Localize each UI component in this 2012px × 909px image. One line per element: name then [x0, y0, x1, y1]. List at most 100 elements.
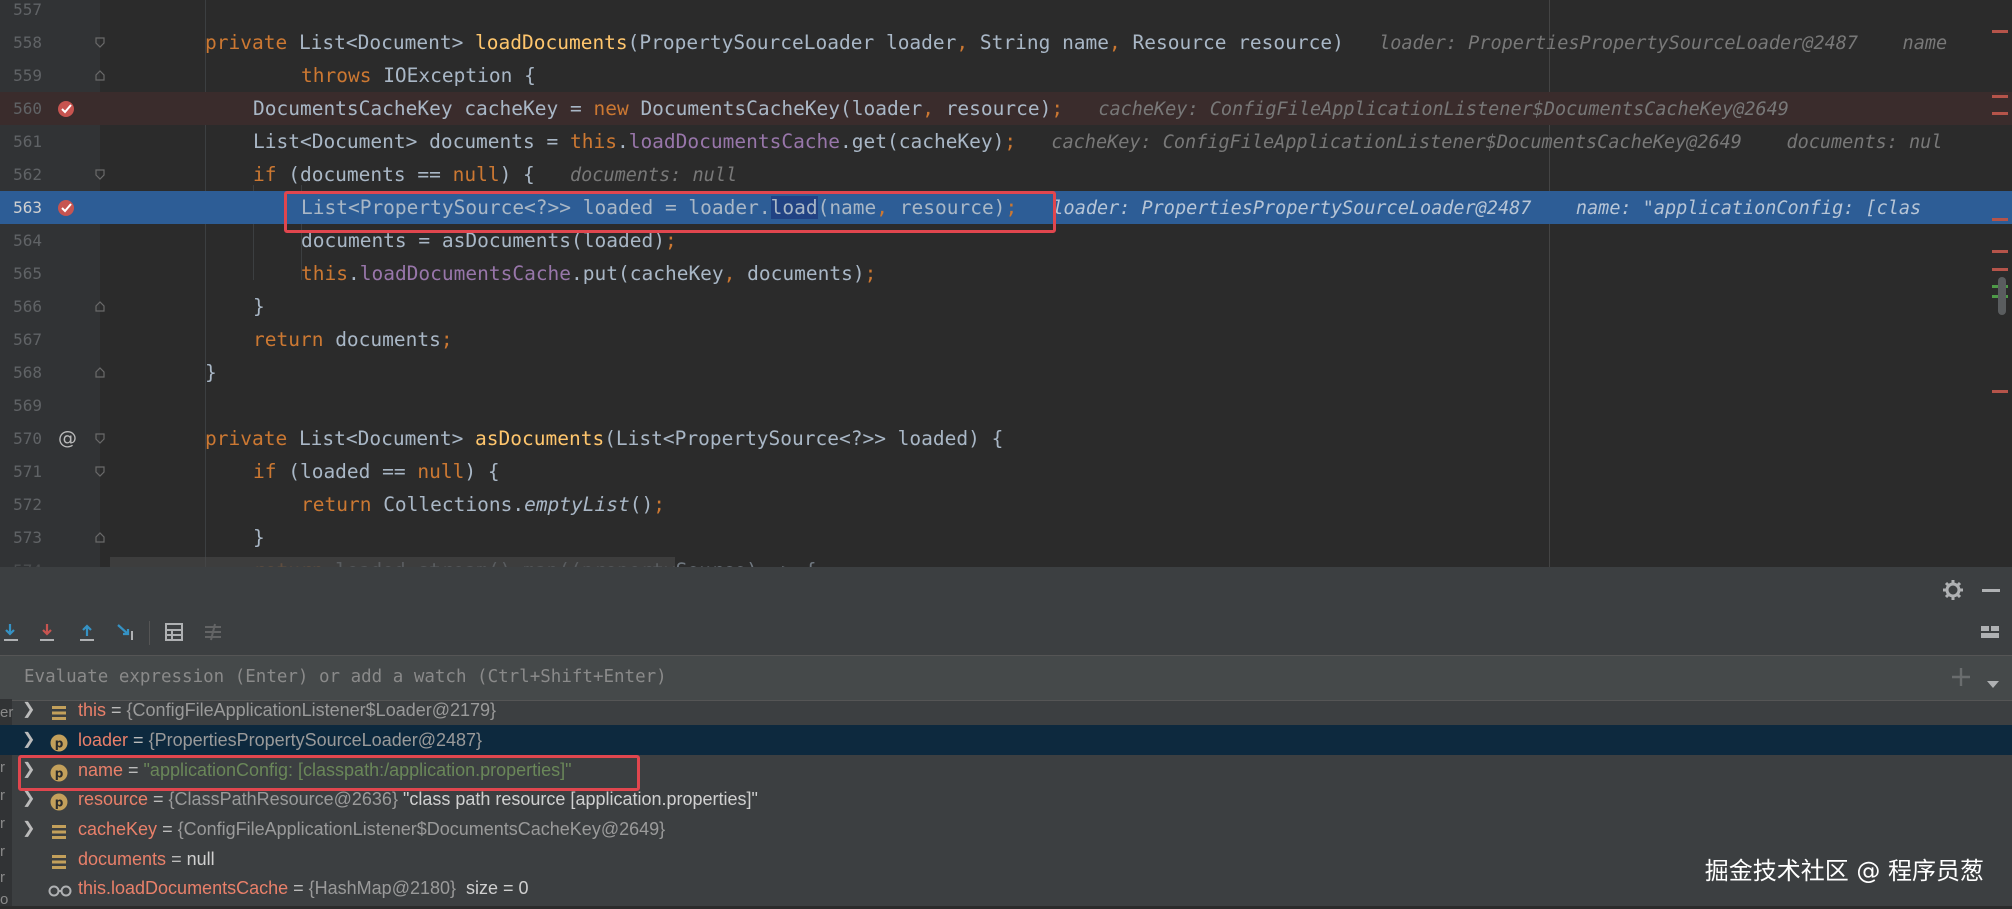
- code-text: return documents;: [253, 328, 453, 351]
- stripe-mark[interactable]: [1992, 218, 2008, 221]
- vertical-scrollbar-thumb[interactable]: [1998, 277, 2006, 315]
- horizontal-scrollbar[interactable]: [110, 557, 675, 567]
- code-line[interactable]: 566 }: [0, 290, 2012, 323]
- code-line[interactable]: 564 documents = asDocuments(loaded);: [0, 224, 2012, 257]
- code-line[interactable]: 561 List<Document> documents = this.load…: [0, 125, 2012, 158]
- chevron-right-icon[interactable]: ❯: [22, 814, 35, 844]
- stripe-mark[interactable]: [1992, 112, 2008, 115]
- line-number: 557: [13, 0, 42, 19]
- force-step-into-icon[interactable]: [34, 619, 60, 645]
- current-execution-line[interactable]: 563 List<PropertySource<?>> loaded = loa…: [0, 191, 2012, 224]
- svg-text:p: p: [55, 796, 64, 810]
- svg-text:p: p: [55, 737, 64, 751]
- error-stripe[interactable]: [1990, 0, 2012, 567]
- debugger-toolbar: [0, 605, 2012, 655]
- line-number: 569: [13, 396, 42, 415]
- code-text: private List<Document> loadDocuments(Pro…: [205, 31, 1948, 54]
- line-number: 571: [13, 462, 42, 481]
- code-line[interactable]: 559 throws IOException {: [0, 59, 2012, 92]
- code-text: documents = asDocuments(loaded);: [301, 229, 677, 252]
- fold-icon[interactable]: [95, 532, 105, 543]
- fold-icon[interactable]: [95, 301, 105, 312]
- code-text: DocumentsCacheKey cacheKey = new Documen…: [253, 97, 1789, 120]
- fold-icon[interactable]: [95, 367, 105, 378]
- step-over-icon[interactable]: [0, 619, 26, 645]
- fold-icon[interactable]: [95, 169, 105, 180]
- code-line[interactable]: 573 }: [0, 521, 2012, 554]
- variable-text: name = "applicationConfig: [classpath:/a…: [78, 760, 572, 780]
- inline-debug-value: loader: PropertiesPropertySourceLoader@2…: [1379, 33, 1948, 54]
- code-line-breakpoint[interactable]: 560 DocumentsCacheKey cacheKey = new Doc…: [0, 92, 2012, 125]
- variable-row-loader[interactable]: ❯ p loader = {PropertiesPropertySourceLo…: [0, 725, 2012, 755]
- variable-text: loader = {PropertiesPropertySourceLoader…: [78, 730, 483, 750]
- minimize-icon[interactable]: [1982, 589, 2000, 592]
- field-icon: [50, 820, 68, 839]
- code-text: private List<Document> asDocuments(List<…: [205, 427, 1004, 450]
- stripe-mark[interactable]: [1992, 268, 2008, 271]
- line-number: 564: [13, 231, 42, 250]
- gear-icon[interactable]: [1942, 579, 1964, 601]
- fold-icon[interactable]: [95, 37, 105, 48]
- annotation-at-icon[interactable]: @: [58, 427, 78, 449]
- field-icon: [50, 701, 68, 720]
- line-number: 561: [13, 132, 42, 151]
- line-number: 574: [0, 554, 42, 567]
- stripe-mark[interactable]: [1992, 250, 2008, 253]
- code-editor[interactable]: 557 558 private List<Document> loadDocum…: [0, 0, 2012, 567]
- code-line[interactable]: 565 this.loadDocumentsCache.put(cacheKey…: [0, 257, 2012, 290]
- line-number: 566: [13, 297, 42, 316]
- chevron-right-icon[interactable]: ❯: [22, 755, 35, 785]
- chevron-right-icon[interactable]: ❯: [22, 725, 35, 755]
- line-number: 565: [13, 264, 42, 283]
- code-text: if (loaded == null) {: [253, 460, 500, 483]
- add-watch-icon[interactable]: [1950, 666, 1972, 688]
- evaluate-expression-input[interactable]: [14, 662, 1934, 692]
- evaluate-expression-icon[interactable]: [161, 619, 187, 645]
- run-to-cursor-icon[interactable]: [113, 619, 139, 645]
- breakpoint-icon[interactable]: [56, 198, 76, 218]
- stripe-mark[interactable]: [1992, 30, 2008, 33]
- variable-row-cachekey[interactable]: ❯ cacheKey = {ConfigFileApplicationListe…: [0, 814, 2012, 844]
- watch-glasses-icon: [48, 879, 72, 897]
- line-number: 568: [13, 363, 42, 382]
- toolbar-separator: [149, 621, 150, 645]
- inline-debug-value: loader: PropertiesPropertySourceLoader@2…: [1052, 198, 1922, 219]
- fold-icon[interactable]: [95, 433, 105, 444]
- field-icon: [50, 850, 68, 869]
- parameter-icon: p: [50, 790, 68, 811]
- line-number: 558: [13, 33, 42, 52]
- stripe-mark[interactable]: [1992, 390, 2008, 393]
- code-line[interactable]: 567 return documents;: [0, 323, 2012, 356]
- code-line[interactable]: 570 @ private List<Document> asDocuments…: [0, 422, 2012, 455]
- code-line[interactable]: 568 }: [0, 356, 2012, 389]
- code-text: }: [205, 361, 217, 384]
- inline-debug-value: cacheKey: ConfigFileApplicationListener$…: [1098, 99, 1789, 120]
- chevron-right-icon[interactable]: ❯: [22, 695, 35, 725]
- fold-icon[interactable]: [95, 466, 105, 477]
- inline-debug-value: documents: null: [570, 165, 738, 186]
- code-line[interactable]: 569: [0, 389, 2012, 422]
- code-line[interactable]: 572 return Collections.emptyList();: [0, 488, 2012, 521]
- variable-row-this[interactable]: ❯ this = {ConfigFileApplicationListener$…: [0, 695, 2012, 725]
- code-line[interactable]: 557: [0, 0, 2012, 26]
- breakpoint-icon[interactable]: [56, 99, 76, 119]
- chevron-right-icon[interactable]: ❯: [22, 784, 35, 814]
- layout-settings-icon[interactable]: [1977, 619, 2003, 645]
- variable-text: this.loadDocumentsCache = {HashMap@2180}…: [78, 878, 529, 898]
- code-line[interactable]: 571 if (loaded == null) {: [0, 455, 2012, 488]
- line-number: 570: [13, 429, 42, 448]
- line-number: 562: [13, 165, 42, 184]
- fold-icon[interactable]: [95, 70, 105, 81]
- code-text: this.loadDocumentsCache.put(cacheKey, do…: [301, 262, 877, 285]
- trace-stream-icon[interactable]: [200, 619, 226, 645]
- chevron-down-icon[interactable]: [1986, 674, 2000, 693]
- line-number: 567: [13, 330, 42, 349]
- code-line[interactable]: 562 if (documents == null) { documents: …: [0, 158, 2012, 191]
- step-out-icon[interactable]: [74, 619, 100, 645]
- variable-row-name[interactable]: ❯ p name = "applicationConfig: [classpat…: [0, 755, 2012, 785]
- line-number: 572: [13, 495, 42, 514]
- variable-row-resource[interactable]: ❯ p resource = {ClassPathResource@2636} …: [0, 784, 2012, 814]
- code-line[interactable]: 558 private List<Document> loadDocuments…: [0, 26, 2012, 59]
- inline-debug-value: cacheKey: ConfigFileApplicationListener$…: [1051, 132, 1943, 153]
- stripe-mark[interactable]: [1992, 95, 2008, 98]
